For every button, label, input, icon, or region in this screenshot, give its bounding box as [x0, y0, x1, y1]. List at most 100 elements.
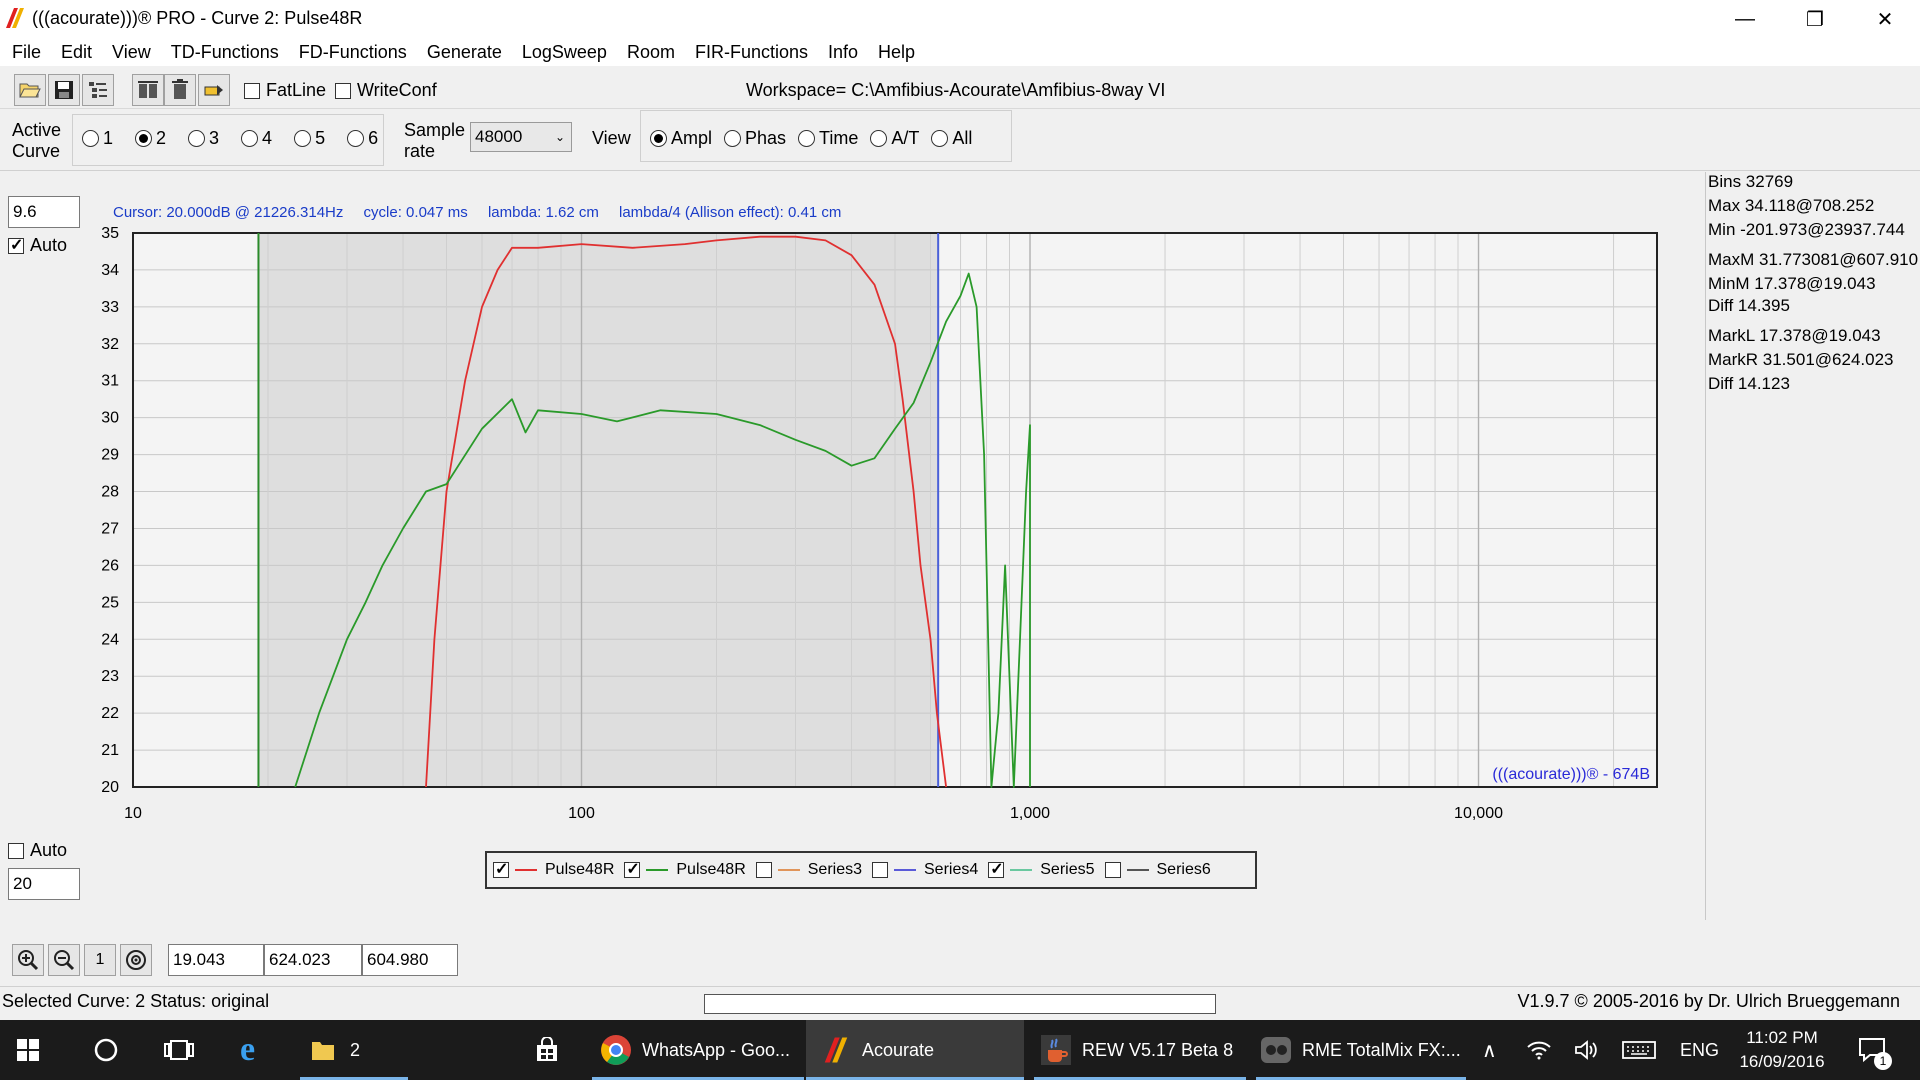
taskbar-totalmix-label: RME TotalMix FX:... [1302, 1039, 1461, 1060]
explorer-window-count: 2 [350, 1039, 361, 1060]
close-icon: ✕ [1876, 8, 1894, 31]
y-tick-label: 20 [101, 779, 119, 796]
y-tick-label: 33 [101, 299, 119, 316]
zoom-in-button[interactable] [12, 944, 44, 976]
mark-left-field[interactable]: 19.043 [168, 944, 264, 976]
info-minm: MinM 17.378@19.043 [1708, 274, 1876, 293]
y-tick-label: 25 [101, 594, 119, 611]
edge-button[interactable]: e [240, 1020, 255, 1080]
mark-right-field[interactable]: 624.023 [264, 944, 362, 976]
store-button[interactable] [534, 1020, 560, 1080]
legend-label: Pulse48R [545, 861, 615, 878]
taskbar-totalmix[interactable]: RME TotalMix FX:... [1260, 1020, 1461, 1080]
y-tick-label: 30 [101, 410, 119, 427]
status-bar: Selected Curve: 2 Status: original V1.9.… [0, 986, 1920, 1021]
zoom-reset-label: 1 [95, 951, 105, 968]
y-tick-label: 24 [101, 631, 119, 648]
taskbar-rew[interactable]: REW V5.17 Beta 8 [1040, 1020, 1233, 1080]
legend-checkbox[interactable] [493, 859, 509, 879]
x-tick-label: 1,000 [1010, 805, 1050, 822]
y-tick-label: 29 [101, 447, 119, 464]
minimize-icon: — [1735, 7, 1755, 30]
y-tick-label: 28 [101, 484, 119, 501]
target-button[interactable] [120, 944, 152, 976]
taskbar-chrome[interactable]: WhatsApp - Goo... [600, 1020, 790, 1080]
legend-item-1[interactable]: Pulse48R [493, 859, 615, 879]
legend-item-6[interactable]: Series6 [1104, 861, 1211, 879]
x-tick-label: 10 [124, 805, 142, 822]
store-bag-icon [537, 1037, 557, 1061]
marker-shaded-region [258, 233, 939, 787]
edge-icon: e [240, 1031, 256, 1068]
chevron-up-icon: ∧ [1482, 1039, 1497, 1062]
task-view-icon [164, 1040, 194, 1060]
close-button[interactable]: ✕ [1850, 0, 1920, 38]
progress-bar [704, 994, 1216, 1014]
info-bins: Bins 32769 [1708, 172, 1794, 191]
restore-icon: ❐ [1806, 8, 1824, 31]
restore-button[interactable]: ❐ [1780, 0, 1850, 38]
zoom-out-button[interactable] [48, 944, 80, 976]
y-tick-label: 27 [101, 520, 119, 537]
acourate-taskbar-icon [824, 1037, 848, 1063]
legend-checkbox[interactable] [1104, 862, 1121, 878]
wifi-button[interactable] [1526, 1020, 1552, 1080]
windows-taskbar: e 2 WhatsApp - Goo... Acourate REW V5.17… [0, 1020, 1920, 1080]
info-diff-mark: Diff 14.123 [1708, 374, 1790, 393]
legend-item-4[interactable]: Series4 [872, 861, 978, 879]
acourate-watermark: (((acourate)))® - 674B [1492, 766, 1650, 783]
legend-label: Series3 [807, 861, 862, 878]
status-version-text: V1.9.7 © 2005-2016 by Dr. Ulrich Bruegge… [1517, 991, 1900, 1011]
y-tick-label: 21 [101, 742, 119, 759]
search-button[interactable] [94, 1020, 118, 1080]
mark-delta-field[interactable]: 604.980 [362, 944, 458, 976]
legend-swatch [777, 869, 800, 871]
statistics-panel: Bins 32769 Max 34.118@708.252 Min -201.9… [1706, 172, 1920, 920]
taskbar-chrome-label: WhatsApp - Goo... [642, 1039, 791, 1060]
legend-swatch [894, 869, 916, 871]
notification-count-badge: 1 [1874, 1052, 1892, 1070]
task-view-button[interactable] [164, 1020, 194, 1080]
status-left-text: Selected Curve: 2 Status: original [2, 991, 270, 1011]
keyboard-icon [1622, 1041, 1656, 1059]
volume-button[interactable] [1574, 1020, 1600, 1080]
info-markr: MarkR 31.501@624.023 [1708, 350, 1894, 369]
info-maxm: MaxM 31.773081@607.910 [1708, 250, 1919, 269]
keyboard-button[interactable] [1622, 1020, 1656, 1080]
totalmix-icon [1261, 1037, 1291, 1063]
y-tick-label: 34 [101, 262, 119, 279]
clock-date: 16/09/2016 [1739, 1052, 1825, 1071]
legend-checkbox[interactable] [755, 862, 772, 878]
speaker-icon [1575, 1040, 1597, 1060]
y-tick-label: 35 [101, 225, 119, 242]
folder-icon [312, 1042, 334, 1060]
y-tick-label: 22 [101, 705, 119, 722]
frequency-response-chart[interactable]: 20 21 22 23 24 25 26 27 28 29 30 31 32 33 34 35 10 100 1,… [0, 0, 1705, 920]
x-tick-label: 100 [568, 805, 595, 822]
file-explorer-button[interactable]: 2 [310, 1020, 360, 1080]
legend-item-3[interactable]: Series3 [755, 861, 862, 879]
y-tick-label: 31 [101, 373, 119, 390]
java-cup-icon [1041, 1035, 1071, 1065]
legend-swatch [1126, 869, 1149, 871]
legend-checkbox[interactable] [624, 859, 641, 879]
start-button[interactable] [16, 1020, 40, 1080]
clock-time: 11:02 PM [1746, 1028, 1818, 1047]
clock[interactable]: 11:02 PM 16/09/2016 [1738, 1020, 1826, 1080]
zoom-out-icon [54, 950, 75, 971]
legend-item-2[interactable]: Pulse48R [624, 859, 746, 879]
language-indicator[interactable]: ENG [1680, 1020, 1719, 1080]
minimize-button[interactable]: — [1710, 0, 1780, 38]
taskbar-rew-label: REW V5.17 Beta 8 [1082, 1039, 1234, 1060]
x-tick-label: 10,000 [1454, 805, 1503, 822]
tray-overflow-button[interactable]: ∧ [1482, 1020, 1497, 1080]
zoom-reset-button[interactable]: 1 [84, 944, 116, 976]
legend-checkbox[interactable] [988, 859, 1005, 879]
cortana-circle-icon [94, 1038, 118, 1062]
legend-item-5[interactable]: Series5 [988, 859, 1095, 879]
taskbar-acourate[interactable]: Acourate [806, 1020, 1024, 1080]
legend-checkbox[interactable] [872, 862, 888, 878]
action-center-button[interactable]: 1 [1858, 1020, 1892, 1080]
legend-swatch [515, 869, 537, 871]
legend-label: Series4 [924, 861, 979, 878]
